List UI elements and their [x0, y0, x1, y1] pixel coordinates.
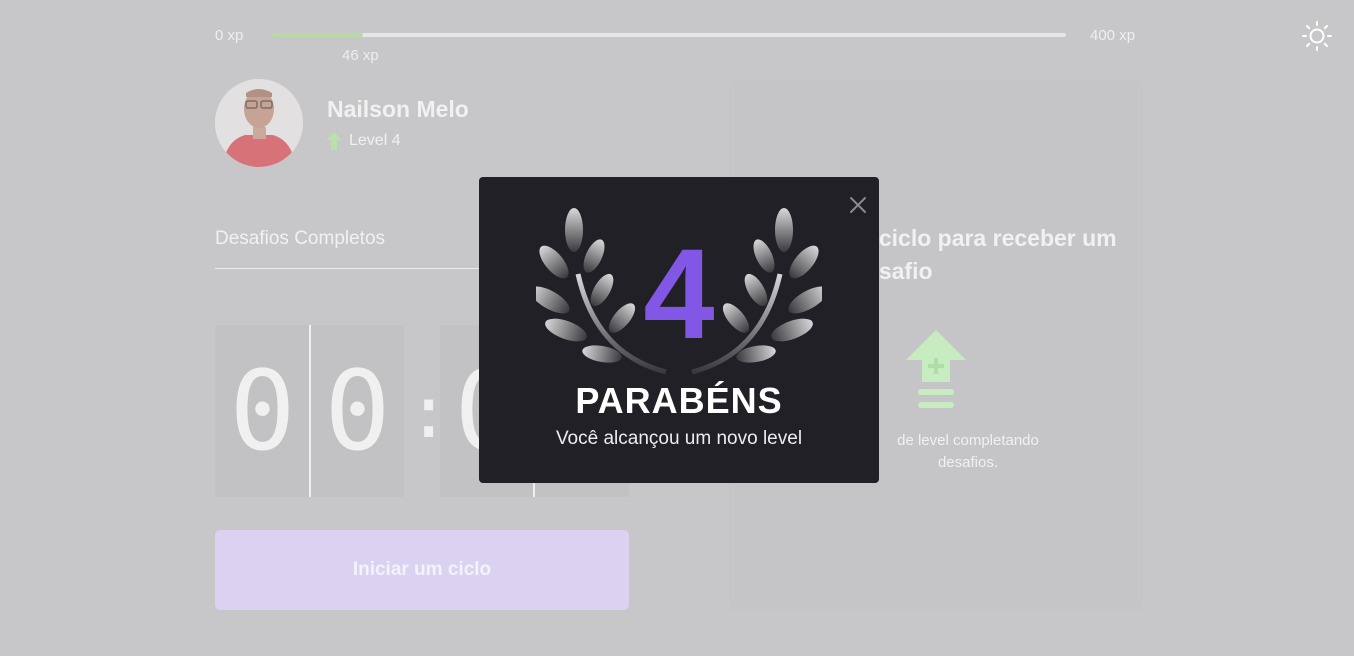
start-cycle-button[interactable]: Iniciar um ciclo [215, 530, 629, 610]
xp-progress-fill [272, 33, 364, 37]
avatar [215, 79, 303, 167]
modal-title: PARABÉNS [575, 380, 783, 421]
level-label: Level 4 [349, 132, 401, 149]
minutes-ones-digit: 0 [324, 347, 391, 475]
theme-toggle-button[interactable] [1299, 19, 1335, 55]
modal-subtitle: Você alcançou um novo level [555, 428, 803, 449]
profile-name: Nailson Melo [327, 96, 469, 122]
minutes-tens-digit: 0 [229, 347, 296, 475]
sun-icon [1302, 21, 1332, 51]
xp-min-label: 0 xp [215, 27, 244, 44]
page-background: 0 xp 46 xp 400 xp Nailson Melo Level 4 D… [0, 0, 1354, 656]
close-modal-button[interactable] [848, 195, 868, 215]
digit-separator [309, 325, 311, 497]
challenge-card-description: de level completando desafios. [897, 432, 1039, 471]
xp-progress-bar [272, 33, 1066, 37]
challenge-card-title: m ciclo para receber um desafio [852, 225, 1117, 284]
level-up-icon [906, 330, 966, 408]
level-indicator: Level 4 [326, 132, 401, 150]
modal-level-number: 4 [643, 223, 715, 366]
xp-current-label: 46 xp [342, 47, 379, 64]
xp-max-label: 400 xp [1090, 27, 1136, 44]
level-up-icon [326, 132, 342, 150]
completed-challenges-label: Desafios Completos [215, 228, 386, 249]
close-icon [850, 197, 866, 213]
